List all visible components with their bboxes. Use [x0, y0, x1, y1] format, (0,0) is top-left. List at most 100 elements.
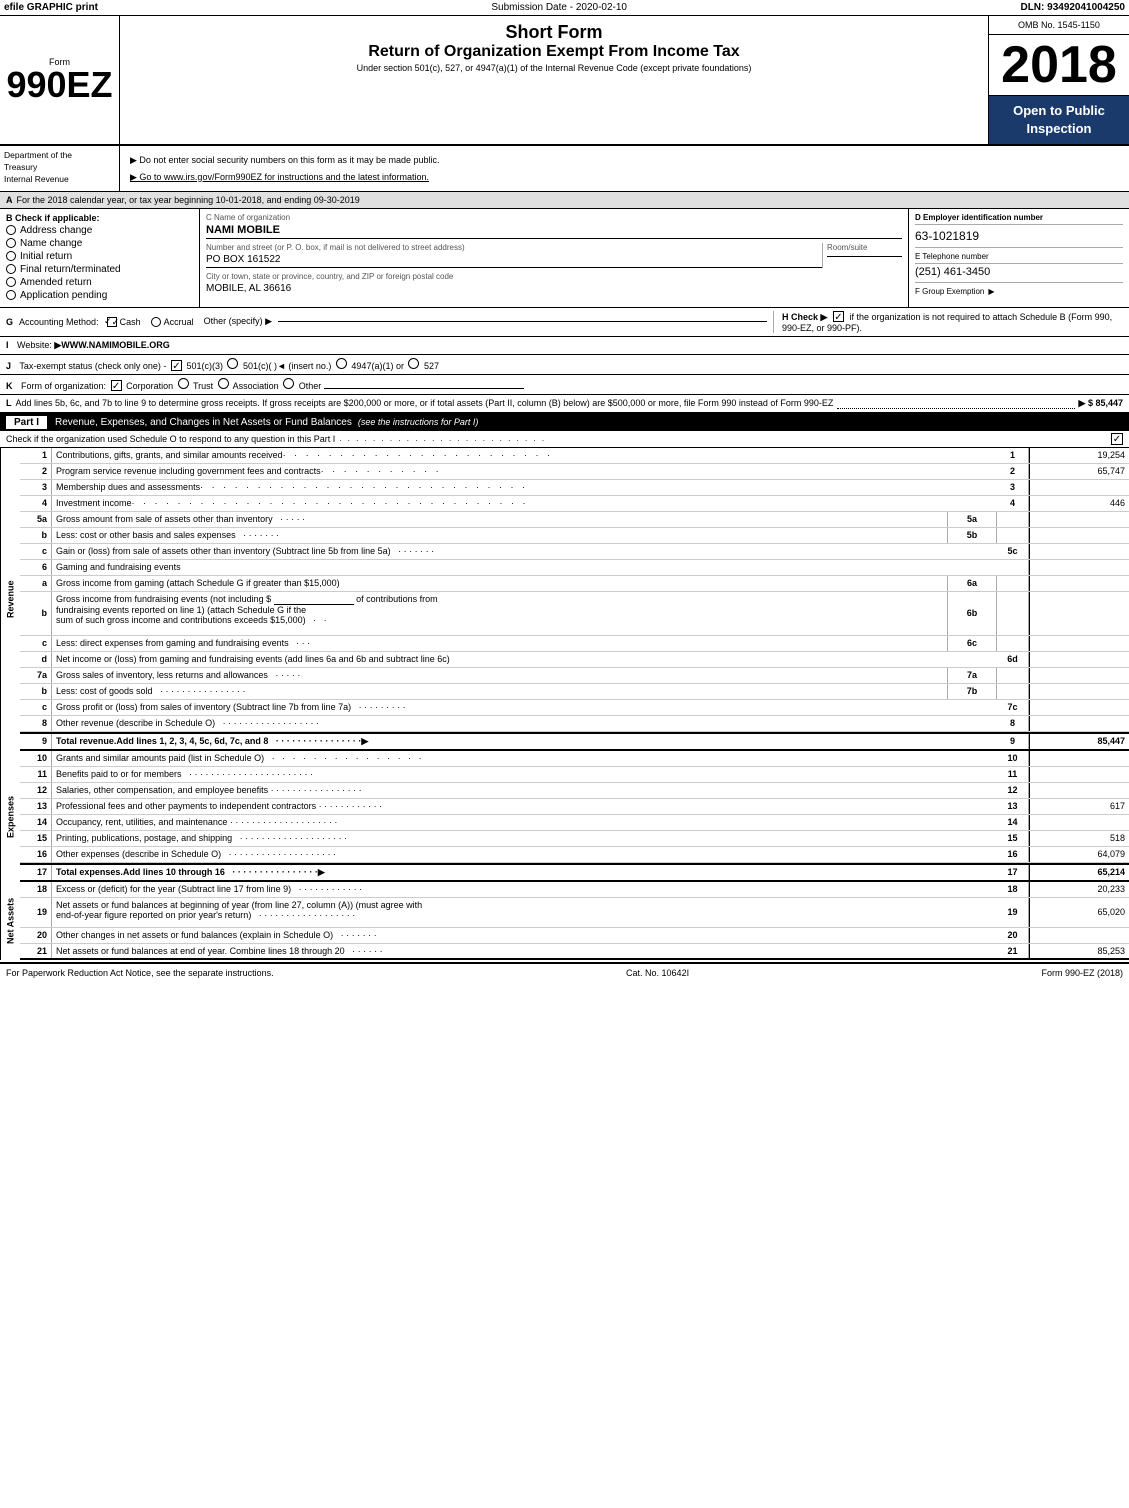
row-20: 20 Other changes in net assets or fund b… [20, 928, 1129, 944]
pending-label: Application pending [20, 290, 107, 301]
row-2-lineref: 2 [997, 464, 1029, 479]
row-5a-desc: Gross amount from sale of assets other t… [52, 512, 947, 527]
f-block: F Group Exemption ▶ [915, 287, 1123, 296]
j-4947-label: 4947(a)(1) or [351, 361, 406, 371]
row-12-desc: Salaries, other compensation, and employ… [52, 783, 997, 798]
section-b-label: B Check if applicable: [6, 213, 193, 223]
row-11-desc: Benefits paid to or for members · · · · … [52, 767, 997, 782]
row-3-lineref: 3 [997, 480, 1029, 495]
row-16-desc: Other expenses (describe in Schedule O) … [52, 847, 997, 862]
row-5a-lineref: 5a [947, 512, 997, 527]
row-4-lineref: 4 [997, 496, 1029, 511]
omb-number: OMB No. 1545-1150 [989, 16, 1129, 35]
row-6d-num: d [20, 652, 52, 667]
row-5b-value [1029, 528, 1129, 543]
row-6b-spacer [997, 592, 1029, 635]
part-i-header: Part I Revenue, Expenses, and Changes in… [0, 414, 1129, 431]
section-b-checkboxes: B Check if applicable: Address change Na… [0, 209, 200, 307]
j-501c-radio[interactable] [227, 358, 238, 369]
row-7b-lineref: 7b [947, 684, 997, 699]
dept-line2: Treasury [4, 162, 115, 174]
j-501c3-label: 501(c)(3) [186, 361, 225, 371]
j-527-radio[interactable] [408, 358, 419, 369]
h-checkbox[interactable]: ✓ [833, 311, 844, 322]
net-assets-sidebar: Net Assets [0, 882, 20, 960]
row-21: 21 Net assets or fund balances at end of… [20, 944, 1129, 960]
row-5b-num: b [20, 528, 52, 543]
part-i-note: (see the instructions for Part I) [358, 417, 479, 427]
j-4947-radio[interactable] [336, 358, 347, 369]
row-20-value [1029, 928, 1129, 943]
k-assoc-label: Association [233, 381, 282, 391]
top-bar: efile GRAPHIC print Submission Date - 20… [0, 0, 1129, 16]
final-return-radio[interactable] [6, 264, 16, 274]
row-7a-spacer [997, 668, 1029, 683]
row-7c-desc: Gross profit or (loss) from sales of inv… [52, 700, 997, 715]
row-6c-lineref: 6c [947, 636, 997, 651]
row-6a-desc: Gross income from gaming (attach Schedul… [52, 576, 947, 591]
section-a-label: A [6, 195, 13, 205]
net-assets-section: Net Assets 18 Excess or (deficit) for th… [0, 882, 1129, 960]
row-6: 6 Gaming and fundraising events [20, 560, 1129, 576]
row-5c-num: c [20, 544, 52, 559]
section-a-text: For the 2018 calendar year, or tax year … [17, 195, 262, 205]
amended-return-radio[interactable] [6, 277, 16, 287]
row-9-value: 85,447 [1029, 734, 1129, 749]
city-label: City or town, state or province, country… [206, 272, 902, 281]
section-l: L Add lines 5b, 6c, and 7b to line 9 to … [0, 395, 1129, 414]
j-501c3-checkbox[interactable]: ✓ [171, 360, 182, 371]
row-13: 13 Professional fees and other payments … [20, 799, 1129, 815]
k-other-label: Other [299, 381, 324, 391]
accrual-radio[interactable] [151, 317, 161, 327]
other-field[interactable] [278, 321, 767, 322]
row-6-lineref [997, 560, 1029, 575]
row-13-desc: Professional fees and other payments to … [52, 799, 997, 814]
row-20-desc: Other changes in net assets or fund bala… [52, 928, 997, 943]
ein-block: D Employer identification number 63-1021… [909, 209, 1129, 307]
row-5a-num: 5a [20, 512, 52, 527]
room-block: Room/suite [822, 243, 902, 268]
check-note-box[interactable]: ✓ [1111, 433, 1123, 445]
k-trust-radio[interactable] [178, 378, 189, 389]
k-assoc-radio[interactable] [218, 378, 229, 389]
row-6c-spacer [997, 636, 1029, 651]
name-change-radio[interactable] [6, 238, 16, 248]
name-change-row: Name change [6, 238, 193, 249]
footer-middle: Cat. No. 10642I [626, 968, 689, 978]
row-16-num: 16 [20, 847, 52, 862]
room-label: Room/suite [827, 243, 902, 252]
initial-return-radio[interactable] [6, 251, 16, 261]
return-subtitle: Under section 501(c), 527, or 4947(a)(1)… [130, 63, 978, 73]
city-value: MOBILE, AL 36616 [206, 281, 902, 296]
address-change-label: Address change [20, 225, 92, 236]
dln-number: DLN: 93492041004250 [1020, 2, 1125, 13]
row-8-num: 8 [20, 716, 52, 731]
k-trust-label: Trust [193, 381, 216, 391]
other-label: Other (specify) ▶ [204, 316, 272, 327]
phone-value: (251) 461-3450 [915, 266, 1123, 283]
pending-radio[interactable] [6, 290, 16, 300]
row-7b-num: b [20, 684, 52, 699]
cash-checkbox[interactable]: ✓ [107, 317, 117, 327]
row-6a: a Gross income from gaming (attach Sched… [20, 576, 1129, 592]
initial-return-row: Initial return [6, 251, 193, 262]
k-other-field[interactable] [324, 388, 524, 389]
row-7a-lineref: 7a [947, 668, 997, 683]
row-21-value: 85,253 [1029, 944, 1129, 958]
street-value: PO BOX 161522 [206, 252, 822, 268]
revenue-rows: 1 Contributions, gifts, grants, and simi… [20, 448, 1129, 751]
address-change-radio[interactable] [6, 225, 16, 235]
row-6-value [1029, 560, 1129, 575]
row-1-num: 1 [20, 448, 52, 463]
instruction2: ▶ Go to www.irs.gov/Form990EZ for instru… [130, 169, 1119, 185]
k-other-radio[interactable] [283, 378, 294, 389]
check-note-row: Check if the organization used Schedule … [0, 431, 1129, 448]
row-5c-value [1029, 544, 1129, 559]
street-label: Number and street (or P. O. box, if mail… [206, 243, 822, 252]
k-corp-checkbox[interactable]: ✓ [111, 380, 122, 391]
tax-exempt-label: Tax-exempt status (check only one) - [19, 361, 169, 371]
row-1-desc: Contributions, gifts, grants, and simila… [52, 448, 997, 463]
ein-value: 63-1021819 [915, 229, 1123, 248]
section-a: A For the 2018 calendar year, or tax yea… [0, 192, 1129, 209]
net-assets-rows: 18 Excess or (deficit) for the year (Sub… [20, 882, 1129, 960]
